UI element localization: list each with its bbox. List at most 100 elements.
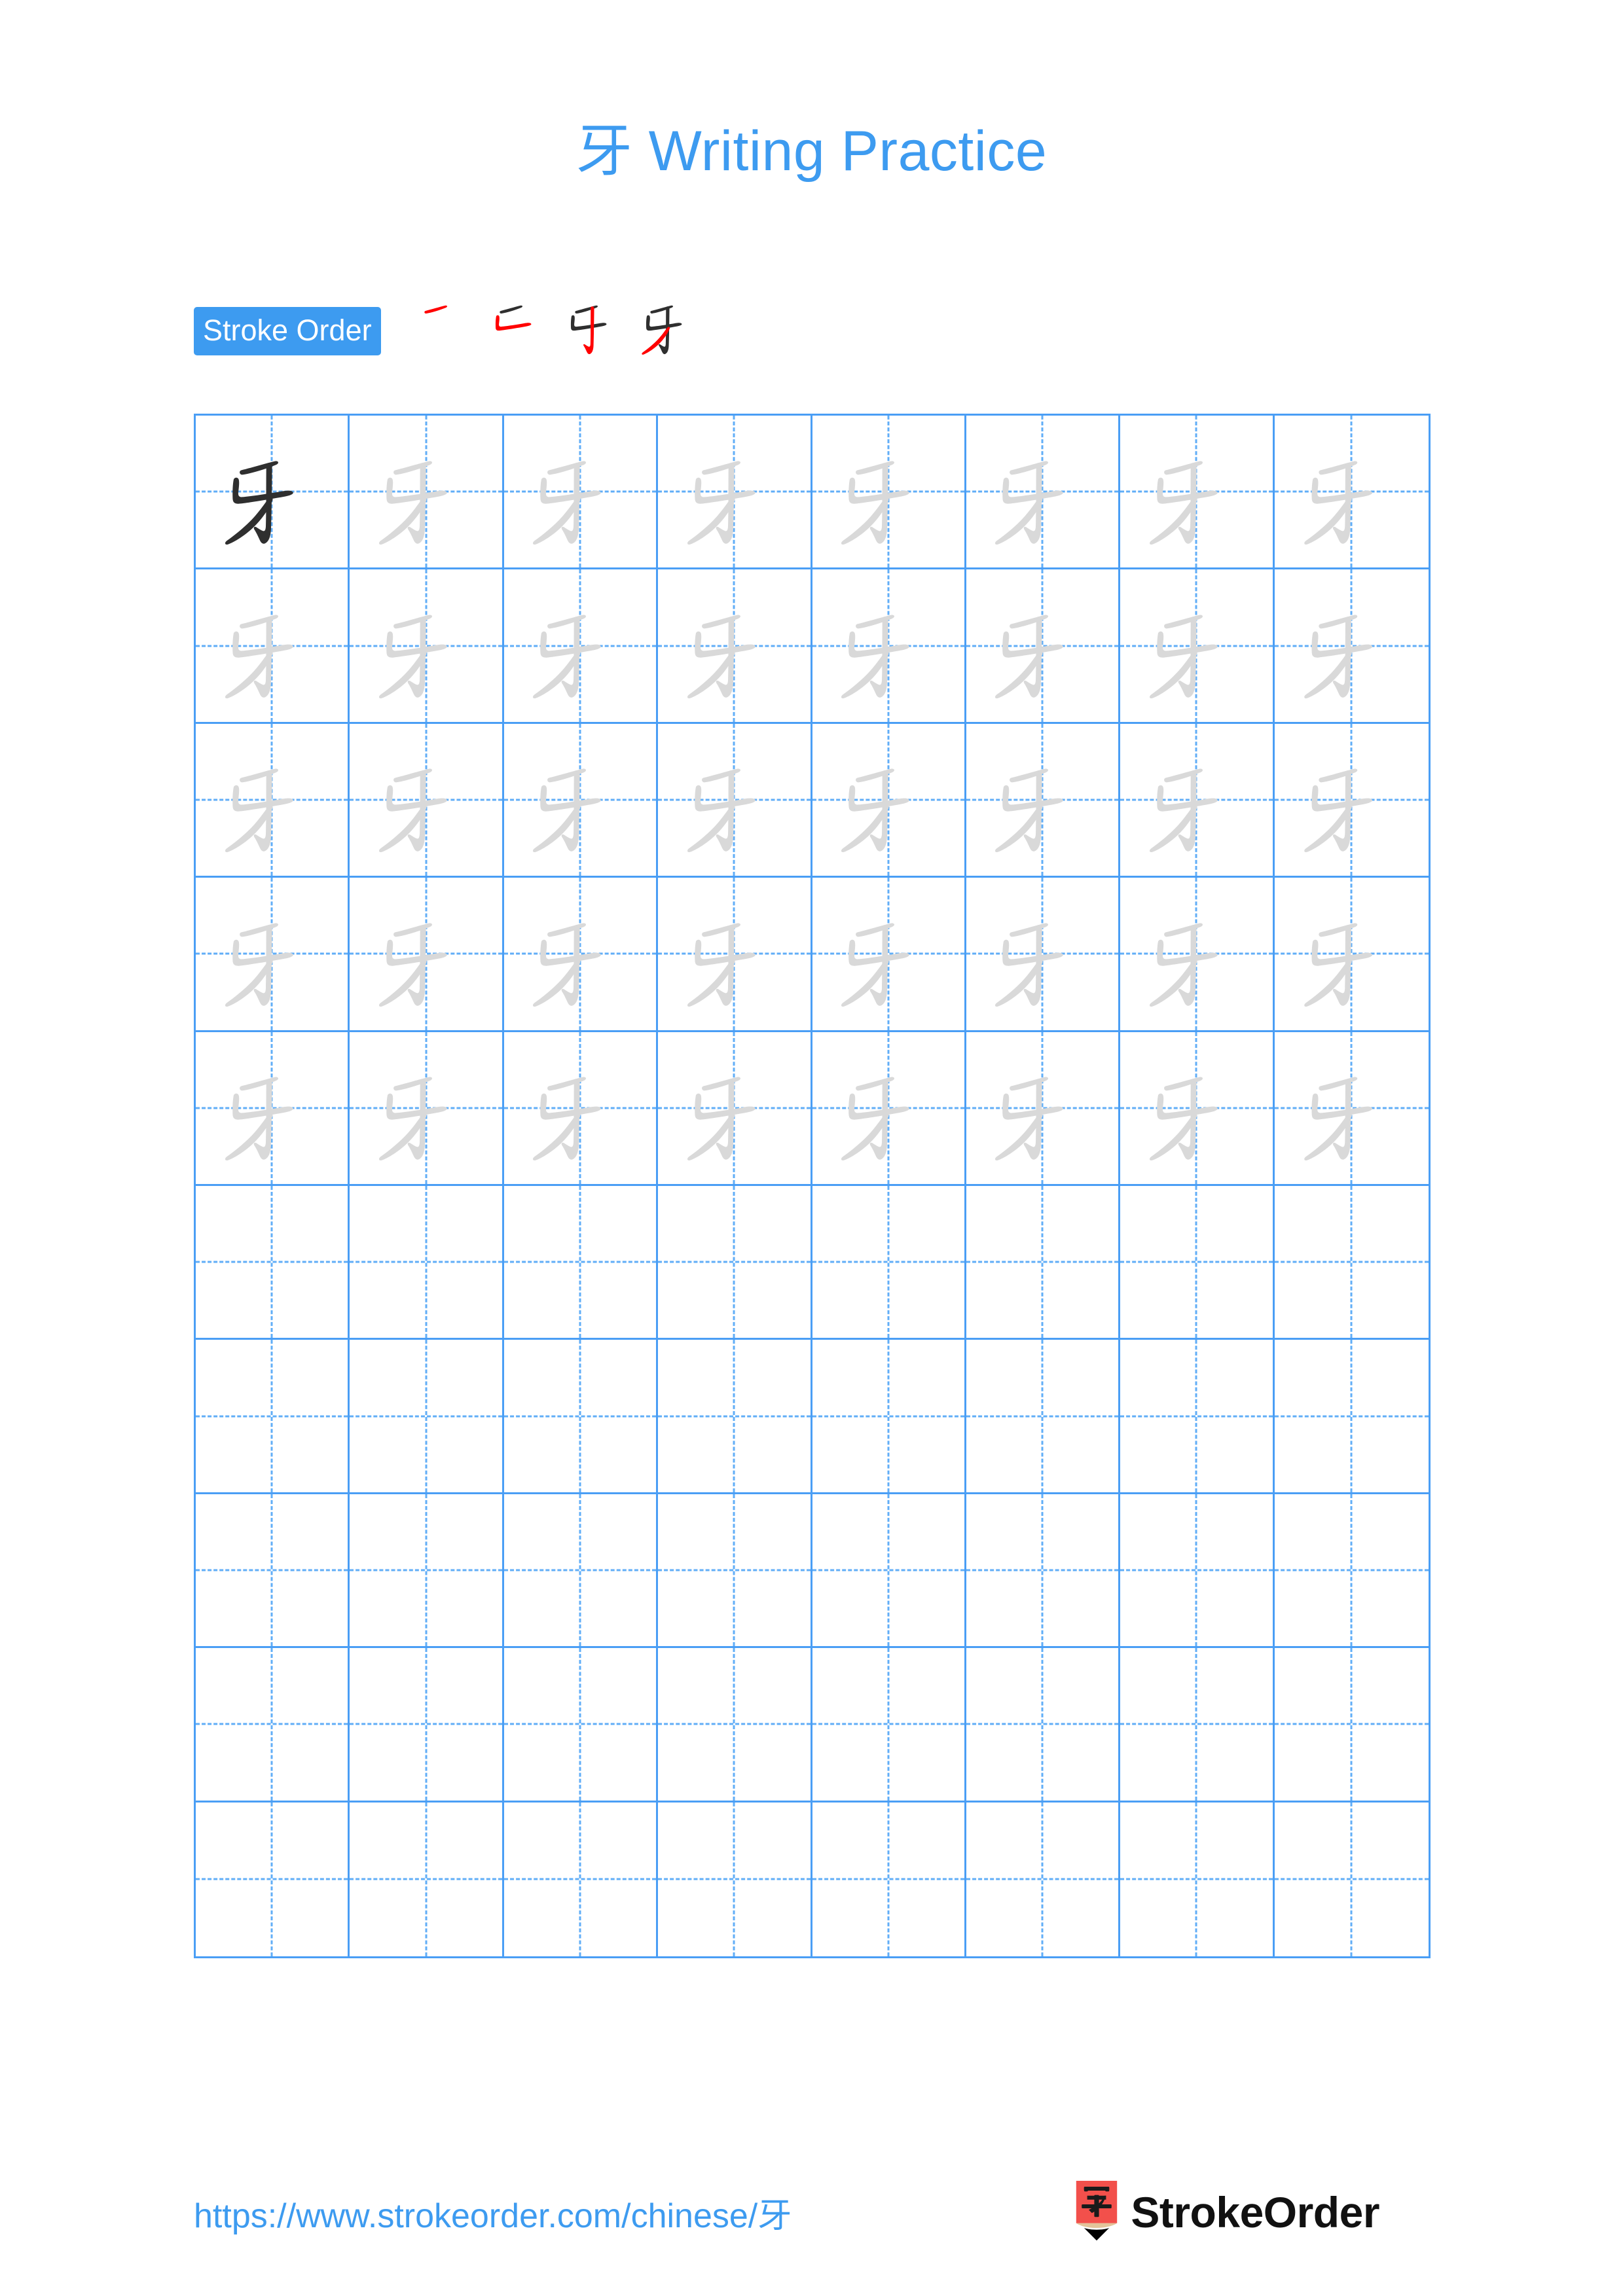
character-trace-glyph	[812, 724, 964, 876]
practice-cell-r3-c1[interactable]	[196, 723, 350, 878]
practice-cell-r6-c8[interactable]	[1274, 1186, 1429, 1340]
practice-cell-r10-c1[interactable]	[196, 1802, 350, 1956]
practice-cell-r7-c5[interactable]	[812, 1340, 966, 1494]
practice-cell-r1-c1[interactable]	[196, 416, 350, 570]
practice-cell-r9-c8[interactable]	[1274, 1648, 1429, 1803]
stroke-1	[1319, 461, 1358, 475]
practice-cell-r5-c7[interactable]	[1120, 1031, 1275, 1186]
practice-cell-r10-c3[interactable]	[504, 1802, 659, 1956]
practice-cell-r6-c6[interactable]	[966, 1185, 1121, 1340]
stroke-2	[848, 1093, 909, 1120]
practice-cell-r5-c1[interactable]	[196, 1031, 350, 1186]
practice-cell-r2-c5[interactable]	[812, 569, 966, 724]
practice-cell-r8-c1[interactable]	[196, 1494, 350, 1649]
practice-cell-r7-c2[interactable]	[350, 1340, 504, 1494]
practice-cell-r1-c4[interactable]	[658, 416, 812, 570]
practice-cell-r4-c3[interactable]	[503, 878, 659, 1032]
practice-cell-r2-c8[interactable]	[1274, 569, 1429, 724]
practice-cell-r7-c4[interactable]	[658, 1340, 812, 1494]
practice-cell-r4-c8[interactable]	[1274, 878, 1429, 1032]
practice-cell-r8-c4[interactable]	[658, 1494, 812, 1649]
practice-grid	[194, 414, 1431, 1958]
practice-cell-r9-c4[interactable]	[658, 1648, 812, 1803]
practice-cell-r4-c6[interactable]	[966, 878, 1121, 1032]
practice-cell-r3-c5[interactable]	[812, 723, 966, 878]
practice-cell-r9-c7[interactable]	[1120, 1648, 1275, 1803]
source-url[interactable]: https://www.strokeorder.com/chinese/牙	[194, 2188, 792, 2237]
practice-cell-r4-c2[interactable]	[350, 878, 504, 1032]
practice-cell-r1-c8[interactable]	[1274, 416, 1429, 570]
practice-cell-r5-c5[interactable]	[812, 1031, 966, 1186]
practice-cell-r2-c2[interactable]	[350, 569, 504, 724]
stroke-2	[1311, 785, 1373, 812]
stroke-1	[393, 615, 432, 629]
stroke-2-shuzhe	[646, 315, 682, 331]
practice-cell-r9-c2[interactable]	[350, 1648, 504, 1803]
practice-cell-r5-c4[interactable]	[658, 1031, 812, 1186]
practice-cell-r8-c5[interactable]	[812, 1494, 966, 1649]
practice-cell-r6-c1[interactable]	[196, 1185, 350, 1340]
practice-cell-r9-c5[interactable]	[812, 1648, 966, 1803]
practice-cell-r9-c1[interactable]	[196, 1648, 350, 1803]
stroke-1	[239, 768, 278, 783]
practice-cell-r6-c7[interactable]	[1120, 1185, 1275, 1340]
practice-cell-r1-c3[interactable]	[503, 416, 659, 570]
practice-cell-r8-c2[interactable]	[350, 1494, 504, 1649]
practice-cell-r5-c3[interactable]	[503, 1031, 659, 1186]
practice-cell-r3-c3[interactable]	[503, 723, 659, 878]
practice-cell-r3-c2[interactable]	[350, 723, 504, 878]
stroke-3-shugou	[583, 306, 594, 354]
practice-cell-r10-c7[interactable]	[1120, 1802, 1275, 1956]
stroke-2-shuzhe	[570, 315, 607, 331]
practice-cell-r4-c4[interactable]	[658, 878, 812, 1032]
stroke-2	[1157, 477, 1218, 504]
practice-cell-r7-c1[interactable]	[196, 1340, 350, 1494]
practice-cell-r7-c8[interactable]	[1274, 1340, 1429, 1494]
practice-cell-r1-c2[interactable]	[350, 416, 504, 570]
practice-cell-r7-c3[interactable]	[503, 1340, 659, 1494]
practice-cell-r6-c2[interactable]	[350, 1185, 504, 1340]
practice-cell-r1-c5[interactable]	[812, 416, 966, 570]
practice-cell-r4-c7[interactable]	[1120, 878, 1275, 1032]
practice-cell-r5-c2[interactable]	[350, 1031, 504, 1186]
practice-cell-r10-c4[interactable]	[658, 1802, 812, 1956]
stroke-step-1	[406, 286, 481, 361]
practice-cell-r2-c4[interactable]	[658, 569, 812, 724]
stroke-1	[1319, 615, 1358, 629]
practice-cell-r2-c1[interactable]	[196, 569, 350, 724]
practice-cell-r2-c6[interactable]	[966, 569, 1121, 724]
practice-cell-r4-c5[interactable]	[812, 878, 966, 1032]
practice-cell-r8-c8[interactable]	[1274, 1494, 1429, 1649]
practice-cell-r4-c1[interactable]	[196, 878, 350, 1032]
practice-cell-r1-c7[interactable]	[1120, 416, 1275, 570]
practice-cell-r7-c7[interactable]	[1120, 1340, 1275, 1494]
stroke-1	[1319, 768, 1358, 783]
practice-cell-r2-c7[interactable]	[1120, 569, 1275, 724]
practice-cell-r8-c3[interactable]	[503, 1494, 659, 1649]
practice-cell-r9-c6[interactable]	[966, 1648, 1121, 1803]
practice-cell-r3-c8[interactable]	[1274, 724, 1429, 878]
practice-cell-r3-c7[interactable]	[1120, 723, 1275, 878]
practice-cell-r6-c3[interactable]	[503, 1185, 659, 1340]
stroke-2	[694, 785, 756, 812]
stroke-2	[1311, 939, 1373, 966]
practice-cell-r1-c6[interactable]	[966, 416, 1121, 570]
stroke-2	[694, 1093, 756, 1120]
practice-cell-r2-c3[interactable]	[503, 569, 659, 724]
practice-cell-r9-c3[interactable]	[503, 1648, 659, 1803]
practice-cell-r10-c2[interactable]	[350, 1802, 504, 1956]
practice-cell-r7-c6[interactable]	[966, 1340, 1121, 1494]
practice-cell-r3-c4[interactable]	[658, 723, 812, 878]
practice-cell-r10-c8[interactable]	[1275, 1803, 1429, 1956]
practice-cell-r5-c6[interactable]	[966, 1031, 1121, 1186]
character-trace-glyph	[1275, 416, 1429, 567]
practice-cell-r6-c5[interactable]	[812, 1185, 966, 1340]
practice-cell-r10-c5[interactable]	[812, 1802, 966, 1956]
practice-cell-r8-c6[interactable]	[966, 1494, 1121, 1649]
practice-cell-r3-c6[interactable]	[966, 723, 1121, 878]
stroke-2	[1002, 1093, 1064, 1120]
practice-cell-r5-c8[interactable]	[1274, 1032, 1429, 1186]
practice-cell-r6-c4[interactable]	[658, 1185, 812, 1340]
practice-cell-r10-c6[interactable]	[966, 1802, 1121, 1956]
practice-cell-r8-c7[interactable]	[1120, 1494, 1275, 1649]
